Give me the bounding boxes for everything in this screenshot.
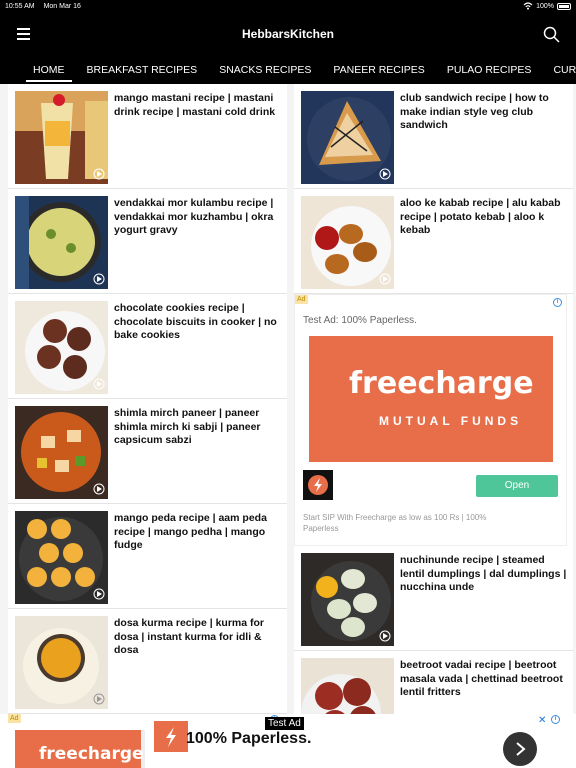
recipe-title[interactable]: chocolate cookies recipe | chocolate bis… <box>114 302 282 343</box>
ad-info-icon[interactable]: i <box>551 715 560 724</box>
recipe-title[interactable]: mango mastani recipe | mastani drink rec… <box>114 92 282 119</box>
tab-curry-recipes[interactable]: CURI <box>542 56 576 84</box>
recipe-title[interactable]: dosa kurma recipe | kurma for dosa | ins… <box>114 617 282 658</box>
recipe-card[interactable]: mango peda recipe | aam peda recipe | ma… <box>8 504 287 609</box>
bottom-ad-next-button[interactable] <box>503 732 537 766</box>
ad-app-icon[interactable] <box>303 470 333 500</box>
ad-banner-image[interactable]: freecharge MUTUAL FUNDS <box>309 336 553 462</box>
recipe-title[interactable]: nuchinunde recipe | steamed lentil dumpl… <box>400 554 568 595</box>
recipe-feed: mango mastani recipe | mastani drink rec… <box>0 84 576 768</box>
tab-pulao-recipes[interactable]: PULAO RECIPES <box>436 56 543 84</box>
recipe-card[interactable]: nuchinunde recipe | steamed lentil dumpl… <box>294 546 573 651</box>
hamburger-menu-icon[interactable] <box>17 28 30 43</box>
close-icon[interactable]: ✕ <box>538 715 546 726</box>
ad-description[interactable]: Start SIP With Freecharge as low as 100 … <box>303 512 513 534</box>
recipe-thumbnail[interactable] <box>15 511 108 604</box>
bottom-ad-logo-icon <box>154 721 188 752</box>
battery-percent: 100% <box>536 2 554 10</box>
ad-label: Ad <box>295 295 308 304</box>
ad-label: Ad <box>8 714 21 723</box>
recipe-title[interactable]: beetroot vadai recipe | beetroot masala … <box>400 659 568 700</box>
tab-home[interactable]: HOME <box>22 56 76 84</box>
status-bar: 10:55 AM Mon Mar 16 100% <box>0 0 576 12</box>
battery-icon <box>557 2 571 10</box>
app-header: HebbarsKitchen <box>0 12 576 56</box>
recipe-thumbnail[interactable] <box>15 91 108 184</box>
tab-snacks-recipes[interactable]: SNACKS RECIPES <box>208 56 322 84</box>
native-ad[interactable]: Ad i Test Ad: 100% Paperless. freecharge… <box>294 294 567 546</box>
recipe-card[interactable]: mango mastani recipe | mastani drink rec… <box>8 84 287 189</box>
recipe-thumbnail[interactable] <box>301 196 394 289</box>
recipe-card[interactable]: club sandwich recipe | how to make india… <box>294 84 573 189</box>
recipe-thumbnail[interactable] <box>15 406 108 499</box>
recipe-title[interactable]: mango peda recipe | aam peda recipe | ma… <box>114 512 282 553</box>
recipe-title[interactable]: vendakkai mor kulambu recipe | vendakkai… <box>114 197 282 238</box>
bottom-ad-brand: freecharge <box>39 744 144 764</box>
recipe-thumbnail[interactable] <box>301 553 394 646</box>
recipe-card[interactable]: aloo ke kabab recipe | alu kabab recipe … <box>294 189 573 294</box>
status-time: 10:55 AM <box>5 2 35 10</box>
ad-brand-logo: freecharge <box>349 366 534 401</box>
status-date: Mon Mar 16 <box>43 2 81 10</box>
bottom-banner-ad[interactable]: Ad i freecharge 100% Paperless. Test Ad … <box>0 714 576 768</box>
search-icon[interactable] <box>543 26 560 43</box>
category-tabs: HOME BREAKFAST RECIPES SNACKS RECIPES PA… <box>0 56 576 84</box>
ad-open-button[interactable]: Open <box>476 475 558 497</box>
app-title: HebbarsKitchen <box>241 27 335 41</box>
recipe-thumbnail[interactable] <box>301 91 394 184</box>
wifi-icon <box>523 2 533 10</box>
recipe-card[interactable]: chocolate cookies recipe | chocolate bis… <box>8 294 287 399</box>
recipe-thumbnail[interactable] <box>15 301 108 394</box>
recipe-title[interactable]: shimla mirch paneer | paneer shimla mirc… <box>114 407 282 448</box>
recipe-thumbnail[interactable] <box>15 196 108 289</box>
recipe-card[interactable]: dosa kurma recipe | kurma for dosa | ins… <box>8 609 287 714</box>
recipe-thumbnail[interactable] <box>15 616 108 709</box>
recipe-card[interactable]: shimla mirch paneer | paneer shimla mirc… <box>8 399 287 504</box>
bottom-ad-brand-panel: freecharge <box>15 730 144 768</box>
bottom-ad-text[interactable]: 100% Paperless. <box>186 730 311 748</box>
tab-paneer-recipes[interactable]: PANEER RECIPES <box>322 56 435 84</box>
tab-breakfast-recipes[interactable]: BREAKFAST RECIPES <box>76 56 209 84</box>
recipe-card[interactable]: vendakkai mor kulambu recipe | vendakkai… <box>8 189 287 294</box>
ad-title[interactable]: Test Ad: 100% Paperless. <box>303 315 417 326</box>
ad-subbrand: MUTUAL FUNDS <box>379 414 523 428</box>
recipe-title[interactable]: club sandwich recipe | how to make india… <box>400 92 568 133</box>
test-ad-label: Test Ad <box>265 717 304 730</box>
left-column: mango mastani recipe | mastani drink rec… <box>8 84 287 714</box>
recipe-title[interactable]: aloo ke kabab recipe | alu kabab recipe … <box>400 197 568 238</box>
ad-info-icon[interactable]: i <box>553 298 562 307</box>
